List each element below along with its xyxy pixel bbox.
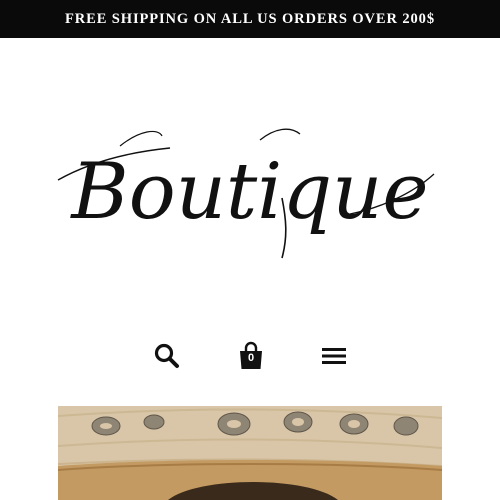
cart-button[interactable]: 0	[231, 336, 271, 376]
header-icons: 0	[0, 336, 500, 376]
search-icon	[154, 343, 179, 368]
store-logo[interactable]: Boutique	[50, 118, 450, 268]
announcement-bar: FREE SHIPPING ON ALL US ORDERS OVER 200$	[0, 0, 500, 38]
menu-icon	[322, 348, 346, 364]
cart-count: 0	[247, 352, 255, 364]
logo-text: Boutique	[69, 147, 428, 237]
menu-button[interactable]	[314, 336, 354, 376]
hat-image	[58, 406, 442, 500]
announcement-text: FREE SHIPPING ON ALL US ORDERS OVER 200$	[65, 10, 435, 27]
hero-image[interactable]	[58, 406, 442, 500]
search-button[interactable]	[147, 336, 187, 376]
